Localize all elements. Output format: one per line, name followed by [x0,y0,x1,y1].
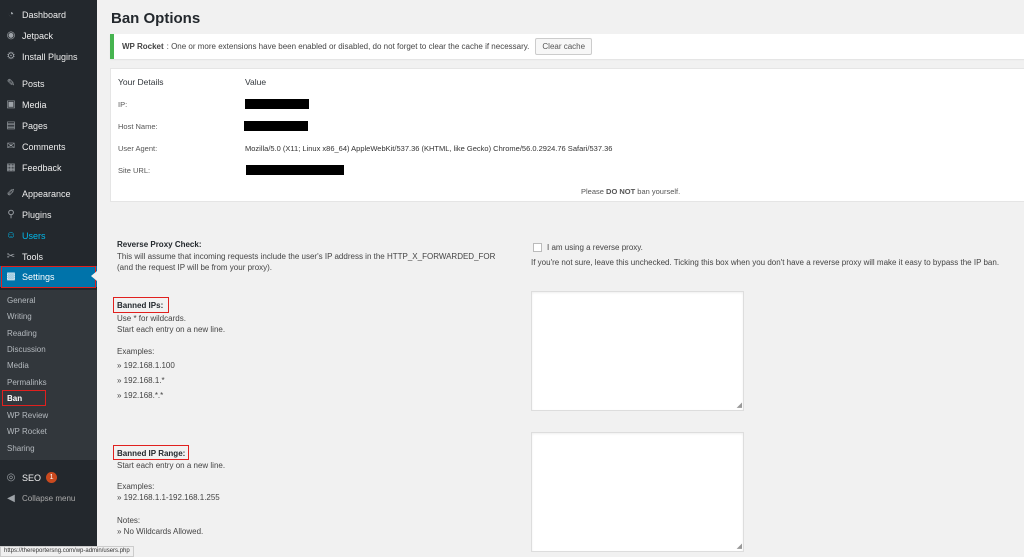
sidebar-item-dashboard[interactable]: ◔ Dashboard [0,4,97,25]
site-url-redacted [246,165,344,175]
user-agent-label: User Agent: [118,144,158,153]
banned-ips-example: » 192.168.*.* [117,391,164,400]
sidebar-item-label: SEO [22,472,42,483]
sidebar-item-feedback[interactable]: ▦ Feedback [0,157,97,178]
sidebar-item-media[interactable]: ▣ Media [0,94,97,115]
sidebar-item-label: Feedback [22,162,62,173]
sidebar-item-tools[interactable]: ✂ Tools [0,246,97,267]
admin-sidebar: ◔ Dashboard ◉ Jetpack ⚙ Install Plugins ✎ Posts… [0,0,97,557]
plugins-icon: ⚲ [7,209,15,220]
comments-icon: ✉ [6,141,16,152]
submenu-item-general[interactable]: General [7,296,35,305]
ban-highlight [2,390,46,406]
collapse-menu-label: Collapse menu [22,494,76,503]
sidebar-item-posts[interactable]: ✎ Posts [0,73,97,94]
user-agent-value: Mozilla/5.0 (X11; Linux x86_64) AppleWeb… [245,144,613,153]
install-plugins-icon: ⚙ [6,51,16,62]
banned-range-note: » No Wildcards Allowed. [117,527,204,536]
sidebar-item-label: Users [22,230,46,241]
submenu-item-wp-review[interactable]: WP Review [7,411,48,420]
details-header-label: Your Details [118,77,164,87]
pushpin-icon: ✎ [6,78,16,89]
seo-badge: 1 [46,472,58,483]
main-content: Ban Options WP Rocket : One or more exte… [97,0,1024,557]
site-url-label: Site URL: [118,166,151,175]
banned-range-example: » 192.168.1.1-192.168.1.255 [117,493,220,502]
resize-handle-icon[interactable]: ◢ [737,401,742,409]
sidebar-item-install-plugins[interactable]: ⚙ Install Plugins [0,46,97,67]
browser-status-bar: https://thereportersng.com/wp-admin/user… [0,546,134,557]
sidebar-item-label: Tools [22,251,44,262]
seo-icon: ◎ [6,472,16,483]
sidebar-item-appearance[interactable]: ✐ Appearance [0,183,97,204]
banned-range-desc-1: Start each entry on a new line. [117,461,226,470]
settings-highlight [1,266,96,288]
submenu-item-wp-rocket[interactable]: WP Rocket [7,427,47,436]
banned-ips-title: Banned IPs: [117,301,164,310]
reverse-proxy-checkbox[interactable] [533,243,542,252]
ban-warning: Please DO NOT ban yourself. [581,187,681,196]
host-label: Host Name: [118,122,158,131]
collapse-arrow-icon: ◀ [7,493,15,504]
banned-ips-examples-label: Examples: [117,347,155,356]
submenu-item-sharing[interactable]: Sharing [7,444,35,453]
reverse-proxy-desc-1: This will assume that incoming requests … [117,252,496,261]
sidebar-item-label: Install Plugins [22,51,78,62]
media-icon: ▣ [6,99,16,110]
banned-range-textarea[interactable]: ◢ [531,432,744,552]
banned-range-examples-label: Examples: [117,482,155,491]
page-title: Ban Options [111,10,201,27]
reverse-proxy-desc-2: (and the request IP will be from your pr… [117,263,273,272]
sidebar-item-users[interactable]: ☺ Users [0,225,97,246]
banned-ips-example: » 192.168.1.100 [117,361,175,370]
sidebar-item-label: Comments [22,141,66,152]
users-icon: ☺ [5,230,17,241]
sidebar-item-label: Dashboard [22,9,67,20]
host-value-redacted [244,121,308,131]
ip-value-redacted [245,99,309,109]
sidebar-item-label: Jetpack [22,30,54,41]
submenu-item-discussion[interactable]: Discussion [7,345,46,354]
sidebar-item-plugins[interactable]: ⚲ Plugins [0,204,97,225]
sidebar-item-label: Plugins [22,209,52,220]
feedback-icon: ▦ [6,162,16,173]
submenu-item-reading[interactable]: Reading [7,329,37,338]
sidebar-item-jetpack[interactable]: ◉ Jetpack [0,25,97,46]
submenu-item-permalinks[interactable]: Permalinks [7,378,47,387]
reverse-proxy-help: If you're not sure, leave this unchecked… [531,258,1000,267]
ip-label: IP: [118,100,128,109]
banned-range-notes-label: Notes: [117,516,141,525]
wp-rocket-notice: WP Rocket : One or more extensions have … [110,34,1024,59]
submenu-item-media[interactable]: Media [7,361,29,370]
sidebar-item-label: Media [22,99,47,110]
reverse-proxy-checkbox-label[interactable]: I am using a reverse proxy. [547,243,643,252]
clear-cache-button[interactable]: Clear cache [535,38,593,55]
sidebar-item-label: Pages [22,120,48,131]
paintbrush-icon: ✐ [6,188,16,199]
collapse-menu-button[interactable]: ◀ Collapse menu [0,488,97,509]
your-details-table: Your Details Value IP: Host Name: User A… [110,68,1024,202]
pages-icon: ▤ [6,120,16,131]
sidebar-item-comments[interactable]: ✉ Comments [0,136,97,157]
sidebar-item-label: Appearance [22,188,71,199]
submenu-item-writing[interactable]: Writing [7,312,32,321]
banned-ips-example: » 192.168.1.* [117,376,165,385]
tools-icon: ✂ [6,251,16,262]
reverse-proxy-title: Reverse Proxy Check: [117,240,202,249]
dashboard-icon: ◔ [7,9,15,20]
banned-ips-desc-2: Start each entry on a new line. [117,325,226,334]
notice-text: : One or more extensions have been enabl… [166,42,530,51]
banned-range-title: Banned IP Range: [117,449,186,458]
notice-brand: WP Rocket [122,42,164,51]
banned-ips-textarea[interactable]: ◢ [531,291,744,411]
sidebar-item-label: Posts [22,78,45,89]
jetpack-icon: ◉ [6,30,16,41]
resize-handle-icon[interactable]: ◢ [737,542,742,550]
sidebar-item-seo[interactable]: ◎ SEO 1 [0,467,97,488]
banned-ips-desc-1: Use * for wildcards. [117,314,186,323]
details-header-value: Value [245,77,267,87]
sidebar-item-pages[interactable]: ▤ Pages [0,115,97,136]
